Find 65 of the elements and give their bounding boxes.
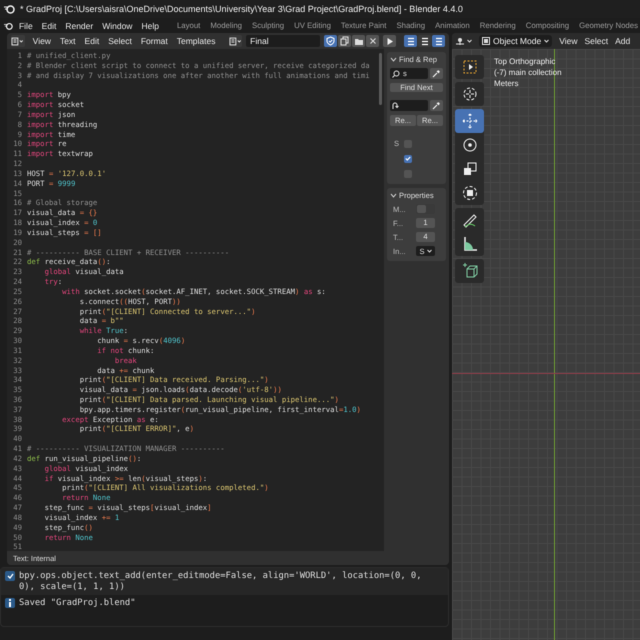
close-icon: [368, 37, 377, 45]
text-browse-button[interactable]: [228, 35, 242, 47]
caret-icon: [467, 39, 472, 43]
menu-item[interactable]: Edit: [84, 36, 100, 46]
report-text: bpy.ops.object.text_add(enter_editmode=False, align='WORLD', location=(0, 0, 0), scale=(1, 1, 1)): [19, 571, 423, 592]
menu-item[interactable]: Window: [102, 20, 132, 30]
checkmark-icon: [405, 156, 411, 161]
shield-icon: [326, 36, 336, 46]
viewport-icon: [455, 36, 466, 46]
menu-item[interactable]: Help: [141, 20, 159, 30]
caret-icon: [544, 39, 550, 43]
mode-dropdown[interactable]: Object Mode: [479, 35, 552, 47]
caret-icon: [426, 249, 432, 253]
scrollbar-thumb[interactable]: [379, 53, 382, 105]
viewport-info-text: Top Orthographic: [494, 57, 556, 66]
duplicate-button[interactable]: [338, 35, 352, 47]
copy-icon: [340, 36, 350, 46]
fake-user-button[interactable]: [324, 35, 338, 47]
viewport-info-text: Meters: [494, 79, 520, 88]
viewport-info-text: (-7) main collection: [494, 68, 562, 77]
window-title: * GradProj [C:\Users\aisra\OneDrive\Documents\University\Year 3\Grad Project\GradProj.blend] - Blender 4.4.0: [20, 4, 463, 14]
lines-icon: [406, 36, 416, 46]
chevron-down-icon: [390, 57, 397, 62]
text-name-field[interactable]: Final: [246, 35, 320, 47]
menu-item[interactable]: Text: [60, 36, 76, 46]
lines-icon: [420, 36, 430, 46]
editor-type-button[interactable]: [455, 36, 472, 46]
editor-type-button[interactable]: [11, 35, 25, 47]
menu-item[interactable]: Add: [615, 36, 630, 46]
menu-item[interactable]: Select: [584, 36, 608, 46]
line-numbers-toggle[interactable]: [404, 35, 418, 47]
blender-logo-icon: [4, 4, 15, 14]
search-icon: [392, 70, 400, 78]
letter-i-icon: [8, 599, 12, 607]
menu-item[interactable]: View: [559, 36, 578, 46]
curved-arrow-icon: [392, 102, 401, 110]
text-editor-icon: [11, 36, 25, 46]
chevron-down-icon: [390, 193, 397, 198]
move-icon: [460, 111, 480, 131]
close-button[interactable]: [366, 35, 380, 47]
menu-item[interactable]: Select: [108, 36, 132, 46]
syntax-highlight-toggle[interactable]: [432, 35, 446, 47]
eyedropper-button[interactable]: [430, 100, 443, 111]
replace-field[interactable]: [390, 100, 428, 111]
menu-item[interactable]: Render: [65, 20, 94, 30]
play-icon: [386, 36, 394, 46]
eyedropper-icon: [432, 69, 441, 78]
checkbox[interactable]: [404, 154, 412, 162]
menu-item[interactable]: Edit: [42, 20, 56, 30]
eyedropper-icon: [432, 101, 441, 110]
square-icon: [482, 37, 490, 45]
lines-icon: [434, 36, 444, 46]
word-wrap-toggle[interactable]: [418, 35, 432, 47]
viewport-grid[interactable]: Top Orthographic (-7) main collection Meters: [452, 49, 640, 640]
menu-item[interactable]: Format: [140, 36, 168, 46]
eyedropper-button[interactable]: [430, 68, 443, 79]
menu-item[interactable]: File: [18, 20, 33, 30]
folder-icon: [354, 36, 364, 46]
menu-item[interactable]: View: [32, 36, 51, 46]
report-text: Saved "GradProj.blend": [19, 598, 137, 608]
menu-item[interactable]: Templates: [176, 36, 216, 46]
run-script-button[interactable]: [383, 35, 396, 47]
blender-logo-icon[interactable]: [4, 20, 13, 30]
folder-button[interactable]: [352, 35, 366, 47]
document-icon: [228, 36, 242, 46]
